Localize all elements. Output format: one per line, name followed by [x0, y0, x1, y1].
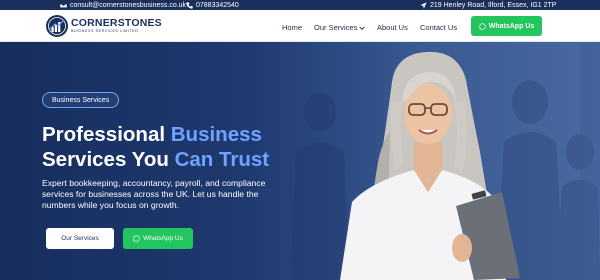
- phone-icon: [186, 1, 193, 9]
- phone-contact[interactable]: 07883342540: [186, 0, 239, 10]
- brand-name: CORNERSTONES: [71, 17, 162, 30]
- brand-logo[interactable]: CORNERSTONES BUSINESS SERVICES LIMITED: [46, 15, 162, 37]
- chevron-down-icon: [359, 25, 366, 30]
- headline-part2: Services You: [42, 148, 175, 171]
- nav-our-services[interactable]: Our Services: [314, 23, 366, 32]
- email-text[interactable]: consult@cornerstonesbusiness.co.uk: [70, 2, 186, 9]
- logo-emblem-icon: [46, 15, 68, 37]
- address-contact: 219 Henley Road, Ilford, Essex, IG1 2TP: [420, 0, 556, 10]
- location-arrow-icon: [420, 1, 427, 9]
- phone-text[interactable]: 07883342540: [196, 2, 239, 9]
- hero-description: Expert bookkeeping, accountancy, payroll…: [42, 178, 266, 210]
- headline-part1: Professional: [42, 123, 171, 146]
- headline-accent-trust: Can Trust: [174, 148, 270, 171]
- woman-portrait-image: [340, 51, 520, 280]
- nav-our-services-label: Our Services: [314, 23, 358, 32]
- nav-home[interactable]: Home: [282, 23, 302, 32]
- contact-bar: consult@cornerstonesbusiness.co.uk 07883…: [0, 0, 600, 10]
- hero-whatsapp-button[interactable]: WhatsApp Us: [123, 228, 193, 249]
- headline-accent-business: Business: [170, 123, 262, 146]
- nav-contact-us[interactable]: Contact Us: [420, 23, 457, 32]
- envelope-icon: [60, 2, 67, 8]
- address-text: 219 Henley Road, Ilford, Essex, IG1 2TP: [430, 1, 557, 9]
- email-contact[interactable]: consult@cornerstonesbusiness.co.uk: [60, 0, 186, 10]
- whatsapp-icon: [133, 235, 140, 242]
- main-navbar: CORNERSTONES BUSINESS SERVICES LIMITED H…: [0, 10, 600, 42]
- brand-tagline: BUSINESS SERVICES LIMITED: [71, 28, 139, 33]
- our-services-button[interactable]: Our Services: [46, 228, 114, 249]
- nav-whatsapp-label: WhatsApp Us: [488, 22, 535, 30]
- whatsapp-icon: [479, 22, 486, 30]
- hero-whatsapp-label: WhatsApp Us: [143, 235, 183, 242]
- nav-whatsapp-button[interactable]: WhatsApp Us: [471, 16, 542, 36]
- hero-headline: Professional Business Services You Can T…: [42, 122, 332, 172]
- hero-badge: Business Services: [42, 92, 120, 108]
- hero-section: Business Services Professional Business …: [0, 42, 600, 280]
- nav-about-us[interactable]: About Us: [377, 23, 408, 32]
